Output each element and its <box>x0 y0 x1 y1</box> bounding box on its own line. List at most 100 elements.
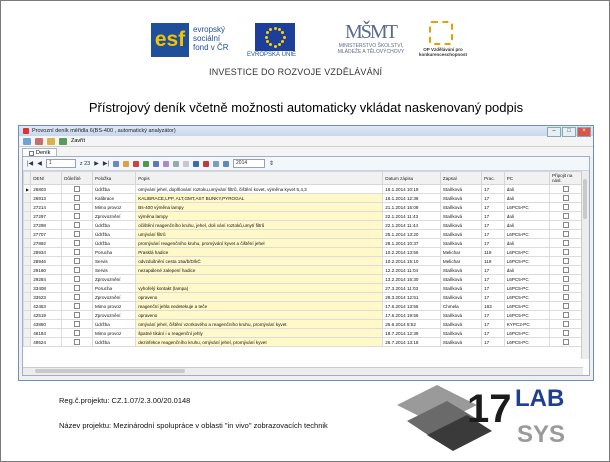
checkbox[interactable] <box>74 231 81 237</box>
table-row[interactable]: 26913 Kalibrace KALIBRACE,LPP, ALT,GMT,AST… <box>22 193 584 203</box>
checkbox[interactable] <box>562 213 569 219</box>
clear-filter-icon[interactable] <box>203 160 210 167</box>
col-header[interactable]: Zapsal <box>439 171 483 185</box>
attach-checkbox[interactable] <box>548 202 584 212</box>
table-row[interactable]: 48184 Mimo provoz špatné tikání i u reagen… <box>22 328 584 338</box>
cell-pc[interactable]: L6PC5-PC <box>503 301 550 311</box>
cell-description[interactable]: špatné tikání i u reagenční jehly <box>135 328 384 338</box>
checkbox[interactable] <box>562 186 569 192</box>
cell-pc[interactable]: KYPC2-PC <box>503 319 550 329</box>
important-checkbox[interactable] <box>61 337 93 347</box>
cell-item[interactable]: Údržba <box>91 319 137 329</box>
cell-id[interactable]: 28946 <box>30 256 63 266</box>
cell-id[interactable]: 28934 <box>30 247 63 257</box>
cell-workplace[interactable]: 17 <box>481 220 505 230</box>
important-checkbox[interactable] <box>61 211 93 221</box>
vertical-scrollbar[interactable] <box>581 171 589 359</box>
cell-author[interactable]: Chmela <box>439 301 483 311</box>
checkbox[interactable] <box>74 330 81 336</box>
cell-date[interactable]: 16.1.2014 10:19 <box>382 184 441 194</box>
cell-id[interactable]: 27298 <box>30 220 63 230</box>
close-button[interactable]: × <box>577 127 591 137</box>
cell-pc[interactable]: L6PC5-PC <box>503 292 550 302</box>
cell-date[interactable]: 21.1.2014 15:08 <box>382 202 441 212</box>
attach-checkbox[interactable] <box>548 274 584 284</box>
important-checkbox[interactable] <box>61 310 93 320</box>
cell-workplace[interactable]: 17 <box>481 283 505 293</box>
cell-item[interactable]: Mimo provoz <box>91 328 137 338</box>
cell-description[interactable] <box>135 274 384 284</box>
cell-date[interactable]: 17.6.2014 13:55 <box>382 301 441 311</box>
important-checkbox[interactable] <box>61 328 93 338</box>
cell-date[interactable]: 10.2.2014 13:56 <box>382 247 441 257</box>
row-selector[interactable] <box>22 238 32 248</box>
cell-author[interactable]: Staňková <box>439 184 483 194</box>
row-selector[interactable] <box>22 220 32 230</box>
col-header[interactable]: Popis <box>135 171 384 185</box>
cell-date[interactable]: 12.2.2014 11:04 <box>382 265 441 275</box>
cell-date[interactable]: 25.1.2014 13:20 <box>382 229 441 239</box>
cell-date[interactable]: 10.2.2014 15:10 <box>382 256 441 266</box>
cell-item[interactable]: Údržba <box>91 220 137 230</box>
cell-description[interactable]: omývání jehel, čištění vzorkového a reag… <box>135 319 384 329</box>
attach-checkbox[interactable] <box>548 337 584 347</box>
close-label[interactable]: Zavřít <box>71 138 85 144</box>
cell-item[interactable]: Porucha <box>91 247 137 257</box>
print-icon[interactable] <box>113 160 120 167</box>
cell-id[interactable]: 42453 <box>30 301 63 311</box>
cell-description[interactable]: výměna lampy <box>135 211 384 221</box>
cell-author[interactable]: Staňková <box>439 337 483 347</box>
cell-workplace[interactable]: 17 <box>481 184 505 194</box>
scroll-thumb[interactable] <box>35 369 185 373</box>
cell-description[interactable]: opraveno <box>135 292 384 302</box>
checkbox[interactable] <box>562 249 569 255</box>
checkbox[interactable] <box>562 294 569 300</box>
cell-id[interactable]: 26913 <box>30 193 63 203</box>
cell-pc[interactable]: dali <box>503 220 550 230</box>
checkbox[interactable] <box>562 222 569 228</box>
row-selector[interactable] <box>22 328 32 338</box>
refresh-icon[interactable] <box>47 137 55 145</box>
cell-item[interactable]: Servis <box>91 265 137 275</box>
checkbox[interactable] <box>562 267 569 273</box>
checkbox[interactable] <box>74 213 81 219</box>
important-checkbox[interactable] <box>61 256 93 266</box>
important-checkbox[interactable] <box>61 184 93 194</box>
cell-pc[interactable]: L6PC5-PC <box>503 310 550 320</box>
add-icon[interactable] <box>123 160 130 167</box>
close-icon[interactable] <box>59 137 67 145</box>
cell-date[interactable]: 13.2.2014 16:30 <box>382 274 441 284</box>
checkbox[interactable] <box>74 222 81 228</box>
cell-author[interactable]: Staňková <box>439 292 483 302</box>
cell-workplace[interactable]: 17 <box>481 310 505 320</box>
cell-workplace[interactable]: 17 <box>481 292 505 302</box>
checkbox[interactable] <box>562 195 569 201</box>
cell-pc[interactable]: L6PC5-PC <box>503 202 550 212</box>
layout-icon[interactable] <box>213 160 220 167</box>
cell-item[interactable]: Údržba <box>91 229 137 239</box>
table-row[interactable]: ▶ 26803 Údržba omývání jehel, doplňování ro… <box>22 184 584 194</box>
cell-pc[interactable]: dali <box>503 211 550 221</box>
cell-workplace[interactable]: 17 <box>481 319 505 329</box>
checkbox[interactable] <box>74 186 81 192</box>
maximize-button[interactable]: □ <box>562 127 576 137</box>
cell-date[interactable]: 18.7.2014 12:39 <box>382 328 441 338</box>
cell-id[interactable]: 29284 <box>30 274 63 284</box>
cell-id[interactable]: 33408 <box>30 283 63 293</box>
cell-pc[interactable]: L6PC5-PC <box>503 274 550 284</box>
cell-workplace[interactable]: 17 <box>481 328 505 338</box>
link-icon[interactable] <box>183 160 190 167</box>
important-checkbox[interactable] <box>61 220 93 230</box>
cell-date[interactable]: 26.7.2014 13:18 <box>382 337 441 347</box>
cell-item[interactable]: Údržba <box>91 184 137 194</box>
attach-checkbox[interactable] <box>548 211 584 221</box>
cell-pc[interactable]: L6PC5-PC <box>503 247 550 257</box>
prev-record-icon[interactable]: ◀ <box>37 160 42 167</box>
col-header[interactable]: Připojit na násl. <box>548 171 584 185</box>
cell-description[interactable]: promývání reagenčního kruhu, promývání k… <box>135 238 384 248</box>
cell-description[interactable]: Bs-400 výměna lampy <box>135 202 384 212</box>
checkbox[interactable] <box>74 312 81 318</box>
cell-date[interactable]: 28.3.2014 12:51 <box>382 292 441 302</box>
attach-checkbox[interactable] <box>548 229 584 239</box>
important-checkbox[interactable] <box>61 292 93 302</box>
